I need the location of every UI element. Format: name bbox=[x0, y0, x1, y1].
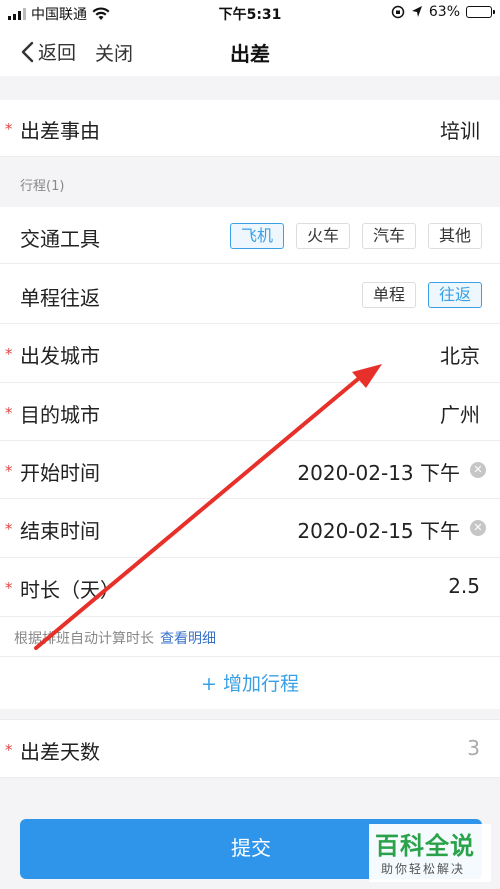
add-trip-button[interactable]: + 增加行程 bbox=[0, 657, 500, 709]
trip-days-label: 出差天数 bbox=[20, 740, 100, 764]
start-time-value[interactable]: 2020-02-13 下午 bbox=[297, 457, 460, 486]
duration-label: 时长（天） bbox=[20, 578, 120, 602]
start-time-row[interactable]: * 开始时间 2020-02-13 下午 ✕ bbox=[0, 441, 500, 499]
duration-value[interactable]: 2.5 bbox=[448, 574, 480, 598]
end-time-row[interactable]: * 结束时间 2020-02-15 下午 ✕ bbox=[0, 499, 500, 558]
end-time-label: 结束时间 bbox=[20, 519, 100, 543]
depart-city-label: 出发城市 bbox=[20, 344, 100, 368]
rotation-lock-icon bbox=[391, 5, 405, 19]
required-mark: * bbox=[5, 462, 13, 480]
reason-label: 出差事由 bbox=[20, 119, 100, 143]
transport-label: 交通工具 bbox=[20, 227, 100, 251]
transport-options: 飞机 火车 汽车 其他 bbox=[229, 223, 482, 249]
depart-city-value[interactable]: 北京 bbox=[440, 340, 480, 369]
transport-option-bus[interactable]: 汽车 bbox=[361, 223, 416, 249]
watermark-main: 百科全说 bbox=[375, 832, 475, 860]
trip-type-option-round[interactable]: 往返 bbox=[427, 282, 482, 308]
battery-icon bbox=[466, 6, 495, 18]
transport-option-plane[interactable]: 飞机 bbox=[229, 223, 284, 249]
required-mark: * bbox=[5, 741, 13, 759]
watermark-logo: 百科全说 助你轻松解决 bbox=[369, 824, 491, 882]
trip-type-label: 单程往返 bbox=[20, 286, 100, 310]
hint-text-content: 根据排班自动计算时长 bbox=[14, 631, 154, 647]
view-details-link[interactable]: 查看明细 bbox=[160, 631, 216, 647]
status-bar: 中国联通 下午5:31 63% bbox=[0, 0, 500, 26]
navigation-bar: 返回 关闭 出差 bbox=[0, 26, 500, 76]
start-time-label: 开始时间 bbox=[20, 461, 100, 485]
battery-percent: 63% bbox=[428, 4, 460, 20]
hint-text: 根据排班自动计算时长 查看明细 bbox=[14, 628, 216, 648]
clear-icon[interactable]: ✕ bbox=[470, 520, 486, 536]
required-mark: * bbox=[5, 120, 13, 138]
status-bar-right: 63% bbox=[391, 4, 495, 20]
trip-section-title: 行程(1) bbox=[20, 179, 65, 194]
required-mark: * bbox=[5, 520, 13, 538]
dest-city-value[interactable]: 广州 bbox=[440, 399, 480, 428]
required-mark: * bbox=[5, 404, 13, 422]
trip-days-value[interactable]: 3 bbox=[467, 736, 480, 760]
required-mark: * bbox=[5, 579, 13, 597]
duration-row[interactable]: * 时长（天） 2.5 bbox=[0, 558, 500, 617]
page-title: 出差 bbox=[230, 42, 270, 66]
trip-type-options: 单程 往返 bbox=[361, 282, 482, 308]
reason-value[interactable]: 培训 bbox=[440, 115, 480, 144]
watermark-sub: 助你轻松解决 bbox=[381, 862, 466, 876]
dest-city-label: 目的城市 bbox=[20, 403, 100, 427]
trip-type-row: 单程往返 单程 往返 bbox=[0, 264, 500, 324]
duration-hint: 根据排班自动计算时长 查看明细 bbox=[0, 617, 500, 657]
trip-type-option-oneway[interactable]: 单程 bbox=[361, 282, 416, 308]
trip-section-header: 行程(1) bbox=[0, 157, 500, 207]
dest-city-row[interactable]: * 目的城市 广州 bbox=[0, 383, 500, 441]
transport-option-other[interactable]: 其他 bbox=[427, 223, 482, 249]
clear-icon[interactable]: ✕ bbox=[470, 462, 486, 478]
location-icon bbox=[411, 6, 422, 17]
trip-days-row[interactable]: * 出差天数 3 bbox=[0, 719, 500, 778]
add-trip-label: + 增加行程 bbox=[201, 673, 299, 695]
reason-row[interactable]: * 出差事由 培训 bbox=[0, 100, 500, 157]
transport-row: 交通工具 飞机 火车 汽车 其他 bbox=[0, 207, 500, 264]
required-mark: * bbox=[5, 345, 13, 363]
transport-option-train[interactable]: 火车 bbox=[295, 223, 350, 249]
end-time-value[interactable]: 2020-02-15 下午 bbox=[297, 515, 460, 544]
depart-city-row[interactable]: * 出发城市 北京 bbox=[0, 324, 500, 383]
